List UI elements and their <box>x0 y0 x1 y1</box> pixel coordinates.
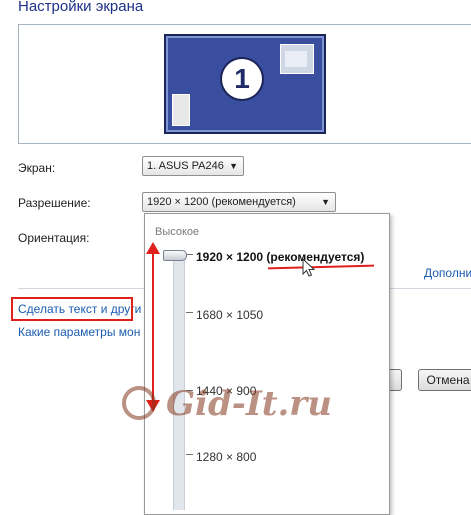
resolution-select[interactable]: 1920 × 1200 (рекомендуется) ▼ <box>142 192 336 212</box>
preview-sidebar-thumbnail <box>172 94 190 126</box>
which-display-settings-link[interactable]: Какие параметры мон <box>18 325 140 339</box>
screen-label: Экран: <box>18 161 56 175</box>
resolution-option[interactable]: 1680 × 1050 <box>196 308 263 322</box>
annotation-highlight-box <box>11 297 133 321</box>
slider-tick <box>186 312 193 313</box>
advanced-settings-link[interactable]: Дополни <box>424 266 471 280</box>
slider-top-label: Высокое <box>155 226 200 238</box>
chevron-down-icon: ▼ <box>229 161 238 171</box>
screen-select[interactable]: 1. ASUS PA246 ▼ <box>142 156 244 176</box>
mouse-cursor-icon <box>302 258 316 277</box>
orientation-label: Ориентация: <box>18 231 90 245</box>
resolution-label: Разрешение: <box>18 196 91 210</box>
annotation-arrow-up-icon <box>146 242 160 254</box>
resolution-slider-thumb[interactable] <box>163 250 187 261</box>
slider-tick <box>186 454 193 455</box>
monitor-number-badge: 1 <box>222 59 262 99</box>
resolution-slider-track[interactable] <box>173 250 185 510</box>
watermark: Gid-It.ru <box>166 384 332 424</box>
annotation-arrow-line <box>152 248 154 408</box>
window-title: Настройки экрана <box>18 0 144 15</box>
monitor-preview[interactable]: 1 <box>164 34 326 134</box>
chevron-down-icon: ▼ <box>321 197 330 207</box>
screen-select-value: 1. ASUS PA246 <box>147 160 224 172</box>
resolution-select-value: 1920 × 1200 (рекомендуется) <box>147 196 296 208</box>
resolution-option[interactable]: 1280 × 800 <box>196 450 256 464</box>
resolution-option[interactable]: 1920 × 1200 (рекомендуется) <box>196 250 364 264</box>
resolution-dropdown-panel: Высокое 1920 × 1200 (рекомендуется) 1680… <box>144 213 390 515</box>
slider-tick <box>186 254 193 255</box>
watermark-copyright-icon <box>122 386 156 420</box>
cancel-button[interactable]: Отмена <box>418 369 471 391</box>
preview-window-thumbnail <box>280 44 314 74</box>
